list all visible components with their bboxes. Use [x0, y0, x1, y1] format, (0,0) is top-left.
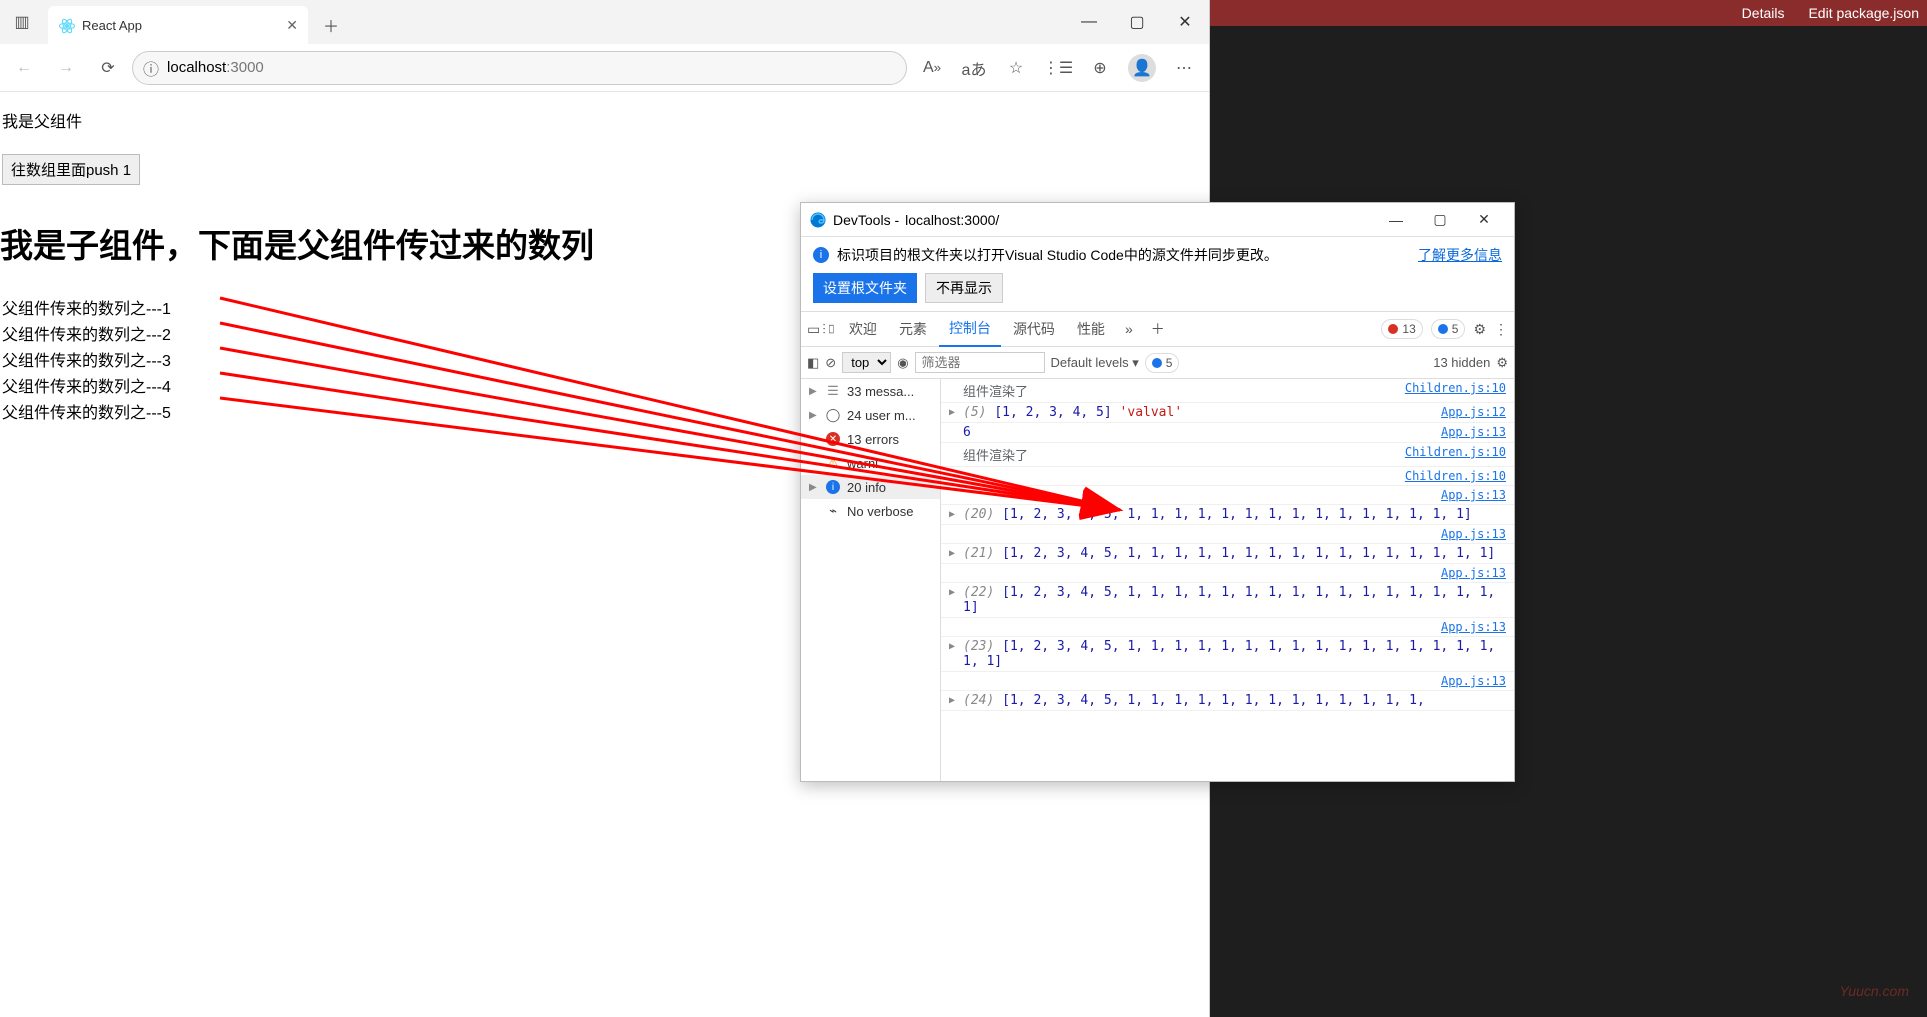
sidebar-verbose[interactable]: ⌁No verbose — [801, 499, 940, 523]
tab-actions-icon[interactable]: ▥ — [0, 0, 44, 44]
console-sidebar-toggle-icon[interactable]: ◧ — [807, 355, 819, 371]
sidebar-user-messages[interactable]: ▶◯24 user m... — [801, 403, 940, 427]
more-tabs-icon[interactable]: » — [1117, 321, 1141, 337]
console-log-row[interactable]: ▶(20) [1, 2, 3, 4, 5, 1, 1, 1, 1, 1, 1, … — [941, 505, 1514, 525]
devtools-title-url: localhost:3000/ — [905, 212, 999, 228]
site-info-icon[interactable]: ⓘ — [143, 56, 159, 80]
add-tab-icon[interactable]: ＋ — [1143, 319, 1173, 339]
tab-elements[interactable]: 元素 — [889, 311, 937, 347]
editor-error-bar: Details Edit package.json — [1210, 0, 1927, 26]
devtools-info-bar: i 标识项目的根文件夹以打开Visual Studio Code中的源文件并同步… — [801, 237, 1514, 273]
console-log-row[interactable]: App.js:13 — [941, 525, 1514, 544]
dock-icon[interactable]: ⋮ — [1494, 321, 1508, 338]
new-tab-button[interactable]: ＋ — [314, 8, 348, 42]
tab-close-icon[interactable]: ✕ — [286, 17, 298, 34]
watermark-text: Yuucn.com — [1839, 983, 1909, 999]
console-log-row[interactable]: ▶(22) [1, 2, 3, 4, 5, 1, 1, 1, 1, 1, 1, … — [941, 583, 1514, 618]
set-root-folder-button[interactable]: 设置根文件夹 — [813, 273, 917, 303]
inspect-icon[interactable]: ▭ — [807, 321, 820, 338]
console-log-row[interactable]: ▶(5) [1, 2, 3, 4, 5] 'valval'App.js:12 — [941, 403, 1514, 423]
tab-sources[interactable]: 源代码 — [1003, 311, 1065, 347]
console-settings-icon[interactable]: ⚙ — [1496, 355, 1508, 371]
settings-icon[interactable]: ⚙ — [1473, 321, 1486, 338]
info-icon: i — [813, 247, 829, 263]
window-minimize-icon[interactable]: — — [1065, 0, 1113, 44]
sidebar-warnings[interactable]: ⚠warni — [801, 451, 940, 475]
execution-context-select[interactable]: top — [842, 352, 891, 373]
react-favicon-icon — [58, 17, 74, 33]
sidebar-errors[interactable]: ✕13 errors — [801, 427, 940, 451]
toolbar-right-icons: A» aあ ☆ ⋮☰ ⊕ 👤 ⋯ — [913, 49, 1203, 87]
nav-forward-button[interactable]: → — [48, 50, 84, 86]
devtools-close-icon[interactable]: ✕ — [1462, 205, 1506, 235]
device-toggle-icon[interactable]: ⫶▯ — [822, 321, 837, 338]
browser-titlebar: ▥ React App ✕ ＋ — ▢ ✕ — [0, 0, 1209, 44]
favorites-list-icon[interactable]: ⋮☰ — [1039, 49, 1077, 87]
console-filter-input[interactable] — [915, 352, 1045, 373]
nav-back-button[interactable]: ← — [6, 50, 42, 86]
window-maximize-icon[interactable]: ▢ — [1113, 0, 1161, 44]
console-log-row[interactable]: App.js:13 — [941, 486, 1514, 505]
push-array-button[interactable]: 往数组里面push 1 — [2, 154, 140, 185]
tab-welcome[interactable]: 欢迎 — [839, 311, 887, 347]
url-text: localhost:3000 — [167, 59, 264, 76]
translate-icon[interactable]: aあ — [955, 49, 993, 87]
info-badge[interactable]: 5 — [1431, 319, 1466, 339]
tab-console[interactable]: 控制台 — [939, 311, 1001, 347]
console-log-row[interactable]: ▶(23) [1, 2, 3, 4, 5, 1, 1, 1, 1, 1, 1, … — [941, 637, 1514, 672]
favorite-icon[interactable]: ☆ — [997, 49, 1035, 87]
devtools-window: DevTools - localhost:3000/ — ▢ ✕ i 标识项目的… — [800, 202, 1515, 782]
console-log-row[interactable]: Children.js:10 — [941, 467, 1514, 486]
live-expression-icon[interactable]: ◉ — [897, 355, 908, 371]
console-sidebar: ▶☰33 messa... ▶◯24 user m... ✕13 errors … — [801, 379, 941, 781]
log-levels-dropdown[interactable]: Default levels ▾ — [1051, 355, 1139, 371]
devtools-info-text: 标识项目的根文件夹以打开Visual Studio Code中的源文件并同步更改… — [837, 245, 1278, 265]
collections-icon[interactable]: ⊕ — [1081, 49, 1119, 87]
editor-link-details[interactable]: Details — [1742, 5, 1785, 21]
console-log-row[interactable]: App.js:13 — [941, 618, 1514, 637]
sidebar-all-messages[interactable]: ▶☰33 messa... — [801, 379, 940, 403]
more-icon[interactable]: ⋯ — [1165, 49, 1203, 87]
issues-badge[interactable]: 5 — [1145, 353, 1180, 373]
edge-logo-icon — [809, 211, 827, 229]
console-log-area[interactable]: 组件渲染了Children.js:10▶(5) [1, 2, 3, 4, 5] … — [941, 379, 1514, 781]
address-bar: ← → ⟳ ⓘ localhost:3000 A» aあ ☆ ⋮☰ ⊕ 👤 ⋯ — [0, 44, 1209, 92]
editor-link-edit-package[interactable]: Edit package.json — [1808, 5, 1919, 21]
console-clear-icon[interactable]: ⊘ — [825, 355, 836, 371]
console-log-row[interactable]: ▶(24) [1, 2, 3, 4, 5, 1, 1, 1, 1, 1, 1, … — [941, 691, 1514, 711]
devtools-tabs: ▭ ⫶▯ 欢迎 元素 控制台 源代码 性能 » ＋ 13 5 ⚙ ⋮ — [801, 311, 1514, 347]
parent-component-label: 我是父组件 — [0, 108, 1209, 132]
url-input[interactable]: ⓘ localhost:3000 — [132, 51, 907, 85]
learn-more-link[interactable]: 了解更多信息 — [1418, 245, 1502, 265]
window-controls: — ▢ ✕ — [1065, 0, 1209, 44]
browser-tab[interactable]: React App ✕ — [48, 6, 308, 44]
console-log-row[interactable]: ▶(21) [1, 2, 3, 4, 5, 1, 1, 1, 1, 1, 1, … — [941, 544, 1514, 564]
profile-avatar[interactable]: 👤 — [1123, 49, 1161, 87]
console-log-row[interactable]: 组件渲染了Children.js:10 — [941, 379, 1514, 403]
sidebar-info[interactable]: ▶i20 info — [801, 475, 940, 499]
console-log-row[interactable]: 6App.js:13 — [941, 423, 1514, 443]
window-close-icon[interactable]: ✕ — [1161, 0, 1209, 44]
devtools-maximize-icon[interactable]: ▢ — [1418, 205, 1462, 235]
tab-title: React App — [82, 18, 278, 33]
read-aloud-icon[interactable]: A» — [913, 49, 951, 87]
hidden-count[interactable]: 13 hidden — [1433, 355, 1490, 370]
devtools-titlebar[interactable]: DevTools - localhost:3000/ — ▢ ✕ — [801, 203, 1514, 237]
console-toolbar: ◧ ⊘ top ◉ Default levels ▾ 5 13 hidden ⚙ — [801, 347, 1514, 379]
console-log-row[interactable]: App.js:13 — [941, 564, 1514, 583]
devtools-title-prefix: DevTools - — [833, 212, 899, 228]
devtools-minimize-icon[interactable]: — — [1374, 205, 1418, 235]
console-log-row[interactable]: App.js:13 — [941, 672, 1514, 691]
nav-reload-button[interactable]: ⟳ — [90, 50, 126, 86]
tab-performance[interactable]: 性能 — [1067, 311, 1115, 347]
errors-badge[interactable]: 13 — [1381, 319, 1422, 339]
dismiss-button[interactable]: 不再显示 — [925, 273, 1003, 303]
console-log-row[interactable]: 组件渲染了Children.js:10 — [941, 443, 1514, 467]
